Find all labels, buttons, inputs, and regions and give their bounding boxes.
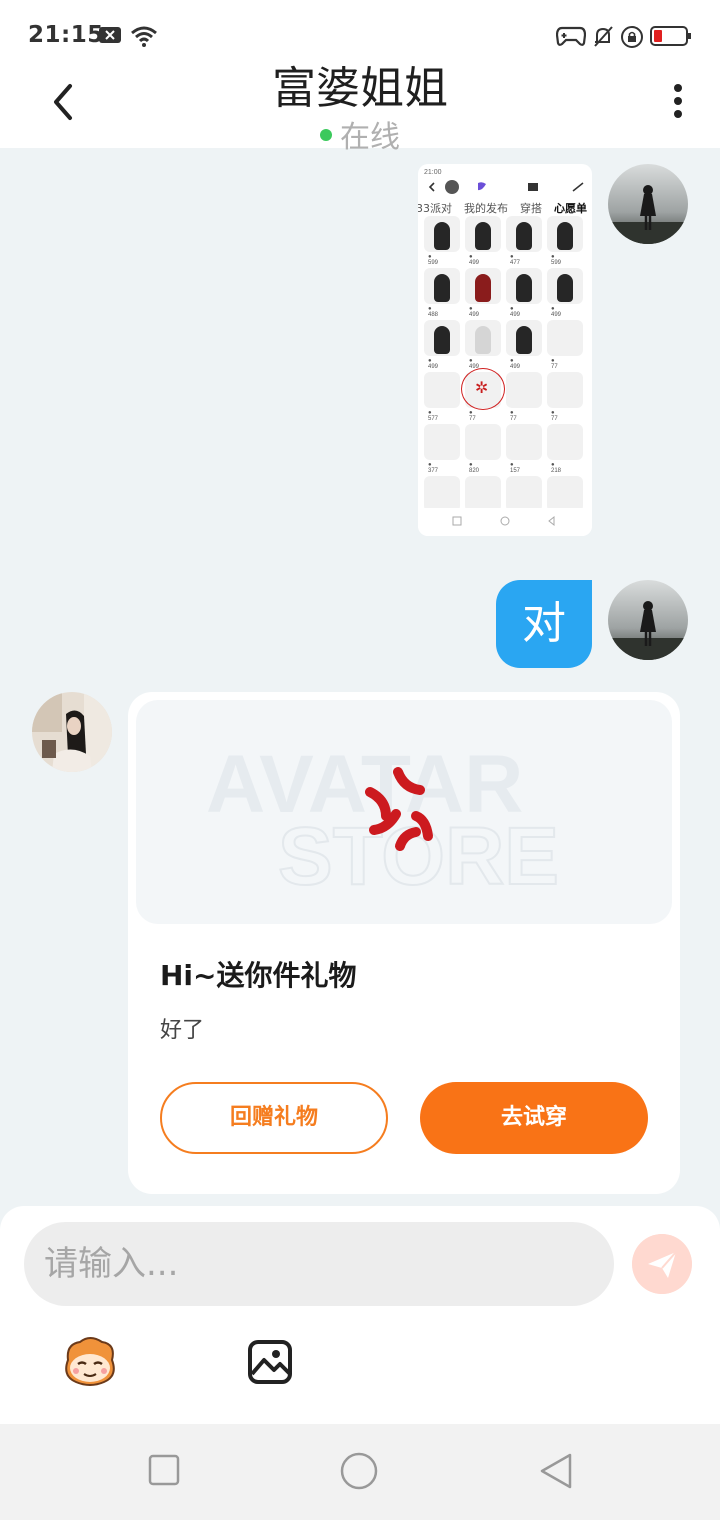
screenshot-item-cell [547, 268, 583, 304]
screenshot-item-price: ● 499 [510, 358, 521, 370]
status-time: 21:15 [28, 22, 104, 48]
screenshot-item-cell [506, 216, 542, 252]
screenshot-item-price: ● 488 [428, 306, 439, 318]
screenshot-item-cell [465, 216, 501, 252]
gift-card-art: AVATAR STORE [136, 700, 672, 924]
contact-avatar[interactable] [32, 692, 112, 772]
screenshot-item-price: ● 599 [428, 254, 439, 266]
screenshot-top-bar: 21:00 [424, 169, 584, 194]
battery-low-icon [650, 26, 691, 46]
more-options-icon[interactable] [672, 84, 684, 120]
self-avatar-image [608, 164, 688, 244]
anger-mark-icon [365, 767, 433, 851]
gift-card: AVATAR STORE Hi~送你件礼物 好了 回赠礼物 去试穿 [128, 692, 680, 1194]
screenshot-tab: 穿搭 [520, 202, 542, 215]
screenshot-item-price: ● 499 [510, 306, 521, 318]
paper-plane-icon[interactable] [632, 1234, 692, 1294]
screenshot-item-cell [547, 372, 583, 408]
chat-header: 富婆姐姐 在线 [0, 52, 720, 155]
screenshot-item-cell [424, 320, 460, 356]
wifi-icon [131, 26, 157, 47]
screenshot-item-cell [506, 424, 542, 460]
bell-off-icon [594, 26, 613, 47]
screenshot-item-price: ● 820 [469, 462, 480, 474]
screenshot-item-price: ● 77 [469, 410, 476, 422]
image-picker-icon[interactable] [246, 1338, 294, 1386]
screenshot-item-price: ● 77 [551, 410, 558, 422]
screenshot-tab: 我的发布 [464, 202, 508, 215]
screenshot-nav-bar [418, 508, 592, 536]
lock-rotation-icon [621, 26, 643, 48]
screenshot-tab: 33派对 [418, 202, 452, 215]
sent-text-bubble[interactable]: 对 [496, 580, 592, 668]
try-on-button[interactable]: 去试穿 [420, 1082, 648, 1154]
screenshot-item-cell [506, 268, 542, 304]
self-avatar[interactable] [608, 580, 688, 660]
screenshot-item-cell [424, 268, 460, 304]
triangle-back-icon[interactable] [538, 1452, 574, 1490]
gift-card-heading: Hi~送你件礼物 [160, 959, 357, 992]
screenshot-item-price: ● 499 [469, 254, 480, 266]
self-avatar-image [608, 580, 688, 660]
screenshot-item-price: ● 599 [551, 254, 562, 266]
screenshot-tab-active: 心愿单 [554, 202, 587, 215]
screenshot-item-cell [465, 268, 501, 304]
contact-name: 富婆姐姐 [272, 63, 448, 114]
return-gift-button[interactable]: 回赠礼物 [160, 1082, 388, 1154]
screenshot-item-cell [465, 424, 501, 460]
screenshot-item-cell [465, 476, 501, 512]
notification-x-icon [99, 27, 121, 43]
composer-panel: 请输入... [0, 1206, 720, 1424]
screenshot-item-price: ● 77 [510, 410, 517, 422]
svg-text:21:00: 21:00 [424, 169, 442, 176]
emoji-mascot-icon[interactable] [60, 1336, 120, 1388]
screenshot-item-price: ● 499 [428, 358, 439, 370]
shared-screenshot-message[interactable]: 21:00 33派对 我的发布 穿搭 心愿单 ● 599 ● 499 ● 477 ● … [418, 164, 592, 536]
gamepad-icon [556, 26, 586, 46]
system-nav-bar [0, 1424, 720, 1520]
online-status-label: 在线 [340, 120, 400, 155]
screenshot-item-cell [547, 216, 583, 252]
screenshot-item-cell [547, 424, 583, 460]
message-input[interactable]: 请输入... [24, 1222, 614, 1306]
screenshot-item-cell [465, 320, 501, 356]
screenshot-item-cell [424, 372, 460, 408]
screenshot-item-cell [547, 320, 583, 356]
screenshot-item-price: ● 499 [551, 306, 562, 318]
screenshot-item-price: ● 499 [469, 306, 480, 318]
screenshot-item-price: ● 218 [551, 462, 562, 474]
screenshot-item-cell [506, 320, 542, 356]
screenshot-item-price: ● 77 [551, 358, 558, 370]
square-recents-icon[interactable] [148, 1454, 180, 1486]
screenshot-item-price: ● 157 [510, 462, 521, 474]
online-dot-icon [320, 128, 332, 141]
screenshot-item-cell [424, 476, 460, 512]
screenshot-item-price: ● 477 [510, 254, 521, 266]
screenshot-item-price: ● 377 [428, 462, 439, 474]
online-status: 在线 [0, 112, 720, 156]
gift-card-message: 好了 [160, 1018, 205, 1043]
screenshot-item-price: ● 577 [428, 410, 439, 422]
circle-home-icon[interactable] [340, 1452, 378, 1490]
screenshot-item-cell [506, 372, 542, 408]
screenshot-anger-mark: ✲ [475, 378, 489, 397]
screenshot-item-cell [424, 424, 460, 460]
screenshot-item-cell [547, 476, 583, 512]
contact-avatar-image [32, 692, 112, 772]
screenshot-item-cell [506, 476, 542, 512]
self-avatar[interactable] [608, 164, 688, 244]
screenshot-item-cell [424, 216, 460, 252]
